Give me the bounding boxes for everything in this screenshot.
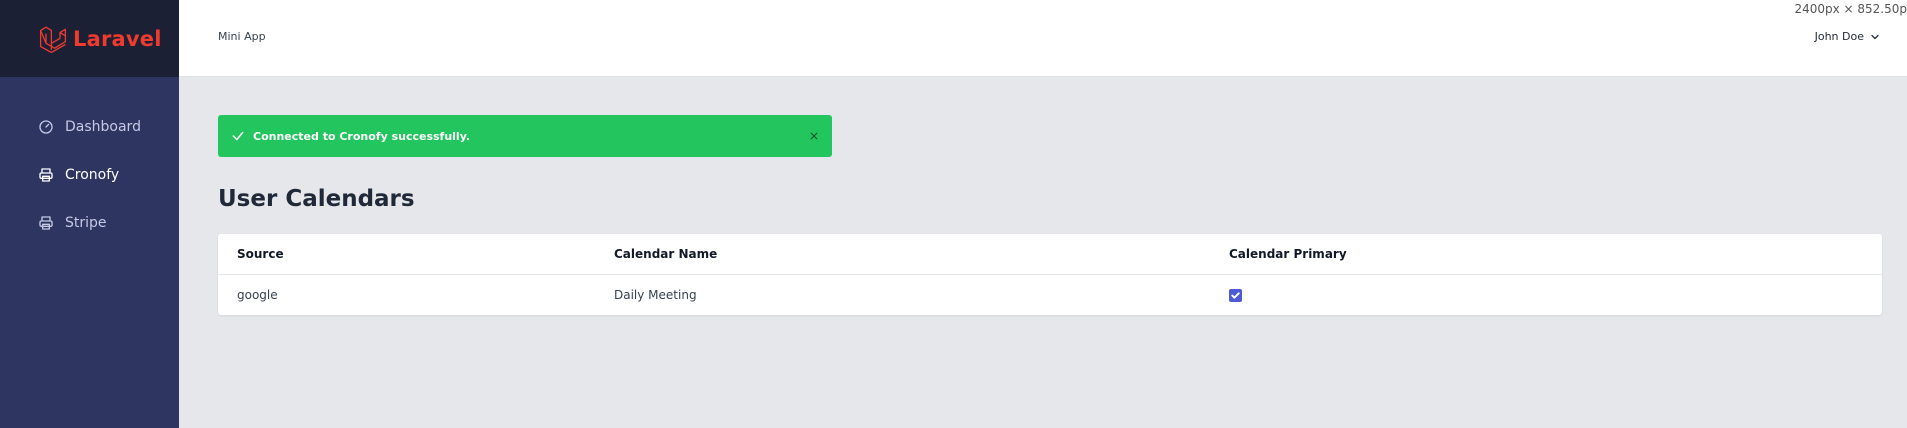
cell-source: google	[237, 287, 278, 302]
dimensions-overlay: 2400px × 852.50p	[1794, 2, 1907, 16]
sidebar-item-label: Cronofy	[65, 167, 120, 183]
table-header-row: Source Calendar Name Calendar Primary	[218, 234, 1882, 275]
success-alert: Connected to Cronofy successfully.	[218, 115, 832, 157]
chevron-down-icon	[1871, 34, 1879, 39]
page-title: User Calendars	[218, 186, 415, 212]
check-icon	[1231, 292, 1240, 299]
printer-icon	[39, 216, 53, 230]
app-title: Mini App	[218, 30, 266, 43]
close-icon[interactable]	[809, 131, 819, 141]
brand[interactable]: Laravel	[0, 0, 179, 77]
calendars-table: Source Calendar Name Calendar Primary go…	[218, 234, 1882, 315]
sidebar-item-stripe[interactable]: Stripe	[0, 199, 179, 247]
sidebar-item-cronofy[interactable]: Cronofy	[0, 151, 179, 199]
laravel-logo-icon	[39, 26, 67, 53]
table-row: google Daily Meeting	[218, 274, 1882, 315]
sidebar: Laravel Dashboard Cronofy Stripe	[0, 0, 179, 428]
brand-name: Laravel	[73, 26, 162, 51]
alert-message: Connected to Cronofy successfully.	[253, 129, 471, 143]
check-icon	[232, 131, 244, 141]
sidebar-item-label: Stripe	[65, 215, 107, 231]
top-bar: Mini App 2400px × 852.50p John Doe	[179, 0, 1907, 77]
sidebar-item-label: Dashboard	[65, 119, 141, 135]
column-header-calendar-primary: Calendar Primary	[1210, 234, 1882, 275]
calendars-table-card: Source Calendar Name Calendar Primary go…	[218, 234, 1882, 315]
sidebar-nav: Dashboard Cronofy Stripe	[0, 77, 179, 247]
user-name: John Doe	[1814, 30, 1864, 43]
printer-icon	[39, 168, 53, 182]
cell-calendar-name: Daily Meeting	[614, 287, 697, 302]
column-header-source: Source	[218, 234, 595, 275]
main-content: Connected to Cronofy successfully. User …	[218, 115, 1882, 315]
speedometer-icon	[39, 120, 53, 134]
cell-calendar-primary	[1210, 274, 1882, 315]
primary-checkbox[interactable]	[1229, 288, 1242, 302]
column-header-calendar-name: Calendar Name	[595, 234, 1210, 275]
sidebar-item-dashboard[interactable]: Dashboard	[0, 103, 179, 151]
user-menu[interactable]: John Doe	[1815, 30, 1881, 43]
